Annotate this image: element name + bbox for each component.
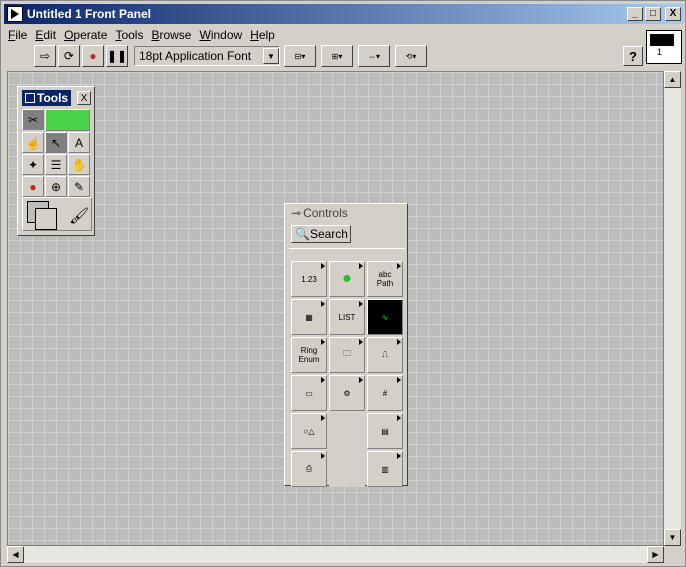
- refnum-icon[interactable]: ⚙: [329, 375, 365, 411]
- menu-edit[interactable]: Edit: [31, 28, 60, 42]
- array-cluster-icon[interactable]: ▦: [291, 299, 327, 335]
- auto-select-indicator[interactable]: [45, 109, 90, 131]
- pause-button[interactable]: ❚❚: [106, 45, 128, 67]
- run-continuously-button[interactable]: ⟳: [58, 45, 80, 67]
- color-tool[interactable]: 🖌: [22, 197, 92, 231]
- empty-slot: [329, 451, 365, 487]
- reorder-button[interactable]: ⟲▾: [395, 45, 427, 67]
- probe-tool-icon[interactable]: ⊕: [45, 176, 67, 197]
- scroll-up-button[interactable]: ▲: [664, 71, 681, 88]
- connector-pane-icon[interactable]: 1: [646, 30, 682, 64]
- align-objects-button[interactable]: ⊟▾: [284, 45, 316, 67]
- menu-tools[interactable]: Tools: [111, 28, 147, 42]
- controls-palette-header[interactable]: ⊸ Controls: [285, 204, 407, 222]
- list-table-icon[interactable]: LIST: [329, 299, 365, 335]
- io-icon[interactable]: ⎍: [367, 337, 403, 373]
- scroll-down-button[interactable]: ▼: [664, 529, 681, 546]
- tools-palette: Tools X ✂ ☝ ↖ A ✦ ☰ ✋ ● ⊕ ✎ 🖌: [17, 86, 95, 236]
- connect-wire-tool-icon[interactable]: ✦: [22, 154, 44, 175]
- libraries-icon[interactable]: ▥: [367, 451, 403, 487]
- object-shortcut-tool-icon[interactable]: ☰: [45, 154, 67, 175]
- list-label: LIST: [338, 312, 356, 322]
- background-color-swatch[interactable]: [35, 208, 57, 230]
- tools-palette-title: Tools: [37, 91, 69, 105]
- boolean-controls-icon[interactable]: ●: [329, 261, 365, 297]
- window-title: Untitled 1 Front Panel: [27, 7, 152, 21]
- scroll-tool-icon[interactable]: ✋: [68, 154, 90, 175]
- abort-button[interactable]: ●: [82, 45, 104, 67]
- toolbar: ⇨ ⟳ ● ❚❚ 18pt Application Font ▼ ⊟▾ ⊞▾ ⇔…: [4, 44, 644, 68]
- vertical-scrollbar[interactable]: ▲ ▼: [664, 71, 681, 546]
- breakpoint-tool-icon[interactable]: ●: [22, 176, 44, 197]
- run-arrow-icon: ⇨: [39, 49, 51, 63]
- user-controls-icon[interactable]: ⎙: [291, 451, 327, 487]
- decorations-icon[interactable]: ○△: [291, 413, 327, 449]
- controls-palette: ⊸ Controls 🔍 Search 1.23 ● abc Path ▦ LIS…: [284, 203, 408, 487]
- labview-icon: [7, 6, 23, 22]
- tools-grid: ✂ ☝ ↖ A ✦ ☰ ✋ ● ⊕ ✎: [22, 109, 90, 197]
- palette-separator: [289, 248, 405, 249]
- pin-icon[interactable]: ⊸: [291, 206, 301, 220]
- dialog-controls-icon[interactable]: ▭: [291, 375, 327, 411]
- front-panel-window: Untitled 1 Front Panel _ □ X File Edit O…: [0, 0, 686, 567]
- resize-grip[interactable]: [664, 546, 681, 563]
- containers-icon[interactable]: 🗀: [329, 337, 365, 373]
- menu-bar: File Edit Operate Tools Browse Window He…: [4, 26, 279, 44]
- tools-palette-header[interactable]: Tools X: [20, 89, 92, 107]
- operate-value-tool-icon[interactable]: ☝: [22, 132, 44, 153]
- minimize-button[interactable]: _: [627, 7, 643, 21]
- led-icon: ●: [342, 270, 352, 287]
- context-help-button[interactable]: ?: [623, 46, 643, 66]
- variant-class-icon[interactable]: #: [367, 375, 403, 411]
- color-copy-tool-icon[interactable]: ✎: [68, 176, 90, 197]
- ring-label: Ring: [300, 346, 318, 355]
- controls-grid: 1.23 ● abc Path ▦ LIST ∿ Ring Enum 🗀 ⎍ ▭ ⚙…: [291, 261, 403, 487]
- stop-icon: ●: [89, 49, 97, 63]
- magnifier-icon: 🔍: [295, 227, 310, 241]
- scroll-left-button[interactable]: ◀: [7, 546, 24, 563]
- close-button[interactable]: X: [665, 7, 681, 21]
- numeric-controls-icon[interactable]: 1.23: [291, 261, 327, 297]
- menu-browse[interactable]: Browse: [147, 28, 195, 42]
- automatic-tool-icon[interactable]: ✂: [22, 109, 44, 130]
- font-selector[interactable]: 18pt Application Font ▼: [134, 46, 280, 66]
- palette-icon: [25, 93, 35, 103]
- edit-text-tool-icon[interactable]: A: [68, 132, 90, 153]
- pause-icon: ❚❚: [106, 49, 128, 63]
- select-control-icon[interactable]: ▤: [367, 413, 403, 449]
- path-label: Path: [376, 279, 394, 288]
- chevron-down-icon[interactable]: ▼: [263, 48, 279, 64]
- distribute-objects-button[interactable]: ⊞▾: [321, 45, 353, 67]
- run-button[interactable]: ⇨: [34, 45, 56, 67]
- menu-help[interactable]: Help: [246, 28, 279, 42]
- connector-number: 1: [657, 47, 663, 57]
- position-tool-icon[interactable]: ↖: [45, 132, 67, 153]
- menu-operate[interactable]: Operate: [60, 28, 111, 42]
- font-selector-value: 18pt Application Font: [139, 49, 252, 63]
- distribute-icon: ⊞▾: [331, 51, 343, 61]
- menu-file[interactable]: File: [4, 28, 31, 42]
- ring-enum-icon[interactable]: Ring Enum: [291, 337, 327, 373]
- menu-window[interactable]: Window: [195, 28, 246, 42]
- string-path-controls-icon[interactable]: abc Path: [367, 261, 403, 297]
- run-continuously-icon: ⟳: [63, 49, 75, 63]
- title-bar[interactable]: Untitled 1 Front Panel _ □ X: [4, 4, 684, 24]
- reorder-icon: ⟲▾: [405, 51, 417, 61]
- paintbrush-icon[interactable]: 🖌: [69, 206, 89, 226]
- tools-close-button[interactable]: X: [77, 91, 92, 105]
- align-icon: ⊟▾: [294, 51, 306, 61]
- search-button[interactable]: 🔍 Search: [291, 225, 351, 243]
- graph-icon[interactable]: ∿: [367, 299, 403, 335]
- resize-objects-button[interactable]: ⇔▾: [358, 45, 390, 67]
- horizontal-scrollbar[interactable]: ◀ ▶: [7, 546, 664, 563]
- maximize-button[interactable]: □: [645, 7, 661, 21]
- enum-label: Enum: [298, 355, 320, 364]
- resize-icon: ⇔▾: [367, 51, 380, 61]
- string-label: abc: [378, 270, 392, 279]
- numeric-label: 1.23: [301, 274, 317, 284]
- controls-palette-title: Controls: [303, 206, 348, 220]
- scroll-right-button[interactable]: ▶: [647, 546, 664, 563]
- empty-slot: [329, 413, 365, 449]
- search-label: Search: [309, 227, 348, 241]
